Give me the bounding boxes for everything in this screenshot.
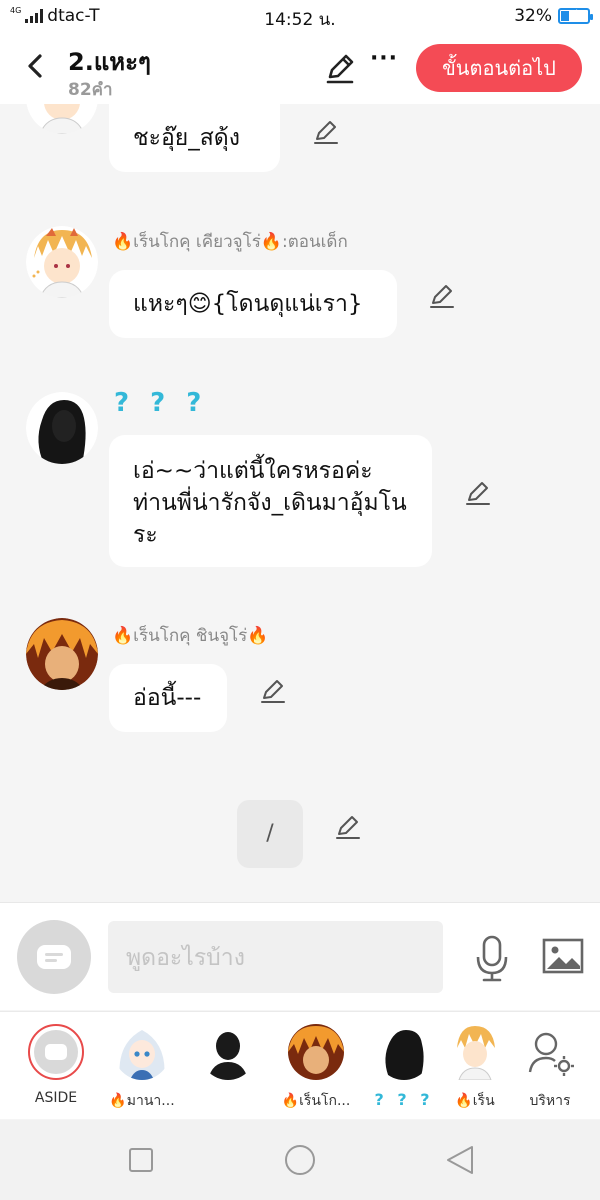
home-button[interactable] bbox=[280, 1140, 320, 1180]
character-item[interactable]: 🔥เร็นโก... bbox=[274, 1024, 358, 1112]
pencil-icon bbox=[336, 816, 360, 839]
man-silhouette-avatar-icon bbox=[200, 1024, 256, 1080]
manage-user-settings-icon bbox=[522, 1024, 578, 1080]
message-text: แหะๆ😊{โดนดุแน่เรา} bbox=[133, 291, 363, 317]
message-bubble[interactable]: อ่อนี้--- bbox=[109, 664, 227, 732]
edit-message-button[interactable] bbox=[464, 479, 492, 507]
microphone-button[interactable] bbox=[472, 933, 512, 983]
edit-title-button[interactable] bbox=[322, 50, 358, 86]
girl-white-hair-avatar-icon bbox=[114, 1024, 170, 1080]
character-label: ASIDE bbox=[34, 1090, 78, 1106]
image-icon bbox=[542, 938, 584, 974]
character-name: 🔥เร็นโกคุ ชินจูโร่🔥 bbox=[112, 626, 269, 646]
microphone-icon bbox=[476, 935, 508, 982]
system-back-button[interactable] bbox=[440, 1140, 480, 1180]
message-bubble[interactable]: เอ่~~ว่าแต่นี้ใครหรอค่ะท่านพี่น่ารักจัง_… bbox=[109, 435, 432, 567]
character-label: บริหาร bbox=[529, 1093, 571, 1109]
message-text: ชะอุ๊ย_สดุ้ง bbox=[133, 125, 240, 151]
boy-white-hair-avatar-icon[interactable] bbox=[26, 226, 98, 298]
chevron-left-icon bbox=[28, 54, 42, 78]
message-input[interactable] bbox=[108, 921, 443, 993]
pencil-icon bbox=[466, 482, 490, 505]
character-name: ? ? ? bbox=[114, 388, 208, 418]
character-item[interactable]: ? ? ? bbox=[362, 1024, 446, 1109]
character-name: 🔥เร็นโกคุ เคียวจูโร่🔥:ตอนเด็ก bbox=[112, 232, 348, 252]
boy-white-hair-avatar-icon bbox=[453, 1024, 497, 1080]
aside-chat-icon bbox=[28, 1024, 84, 1080]
battery-percent: 32% bbox=[514, 6, 552, 26]
charging-icon: ⚡ bbox=[569, 7, 579, 21]
manage-characters-button[interactable]: บริหาร bbox=[508, 1024, 592, 1112]
app-header: 2.แหะๆ 82คำ ··· ขั้นตอนต่อไป bbox=[0, 32, 600, 104]
edit-message-button[interactable] bbox=[428, 282, 456, 310]
scene-divider[interactable]: / bbox=[237, 800, 303, 868]
character-item[interactable] bbox=[186, 1024, 270, 1090]
next-step-button[interactable]: ขั้นตอนต่อไป bbox=[416, 44, 582, 92]
clock: 14:52 น. bbox=[264, 10, 336, 30]
battery-icon: ⚡ bbox=[558, 7, 593, 24]
character-label: 🔥มานา... bbox=[109, 1093, 175, 1109]
chat-bubble-icon bbox=[37, 945, 71, 969]
character-item[interactable]: 🔥มานา... bbox=[100, 1024, 184, 1112]
chat-area[interactable]: ชะอุ๊ย_สดุ้ง 🔥เร็นโกคุ เคียวจูโร่🔥:ตอนเด… bbox=[0, 104, 600, 902]
message-bubble[interactable]: ชะอุ๊ย_สดุ้ง bbox=[109, 104, 280, 172]
character-label: 🔥เร็น bbox=[455, 1093, 495, 1109]
triangle-back-icon bbox=[447, 1146, 473, 1174]
circle-icon bbox=[285, 1145, 315, 1175]
silhouette-avatar-icon bbox=[376, 1024, 432, 1080]
character-label: ? ? ? bbox=[374, 1090, 434, 1109]
system-nav-bar bbox=[0, 1120, 600, 1200]
edit-message-button[interactable] bbox=[259, 677, 287, 705]
message-text: เอ่~~ว่าแต่นี้ใครหรอค่ะท่านพี่น่ารักจัง_… bbox=[133, 458, 407, 548]
silhouette-avatar-icon[interactable] bbox=[26, 392, 98, 464]
pencil-icon bbox=[314, 121, 338, 144]
character-selector: ASIDE 🔥มานา... 🔥เร็นโก... ? ? ? 🔥เร็น บร… bbox=[0, 1011, 600, 1119]
pencil-icon bbox=[261, 680, 285, 703]
word-count: 82คำ bbox=[68, 80, 113, 100]
composer-bar bbox=[0, 902, 600, 1010]
man-orange-hair-avatar-icon[interactable] bbox=[26, 618, 98, 690]
message-bubble[interactable]: แหะๆ😊{โดนดุแน่เรา} bbox=[109, 270, 397, 338]
pencil-icon bbox=[430, 285, 454, 308]
character-label: 🔥เร็นโก... bbox=[281, 1093, 351, 1109]
more-options-button[interactable]: ··· bbox=[368, 46, 400, 82]
man-orange-hair-avatar-icon bbox=[288, 1024, 344, 1080]
status-right: 32% ⚡ bbox=[514, 6, 593, 26]
character-aside[interactable]: ASIDE bbox=[14, 1024, 98, 1106]
boy-white-hair-avatar-icon[interactable] bbox=[26, 104, 98, 134]
edit-divider-button[interactable] bbox=[334, 813, 362, 841]
recent-apps-button[interactable] bbox=[121, 1140, 161, 1180]
square-icon bbox=[129, 1148, 153, 1172]
message-text: อ่อนี้--- bbox=[133, 685, 202, 711]
edit-message-button[interactable] bbox=[312, 118, 340, 146]
status-bar: 4G dtac-T 14:52 น. 32% ⚡ bbox=[0, 0, 600, 32]
character-item[interactable]: 🔥เร็น bbox=[440, 1024, 510, 1112]
pencil-icon bbox=[326, 54, 354, 84]
aside-toggle-button[interactable] bbox=[17, 920, 91, 994]
insert-image-button[interactable] bbox=[541, 937, 585, 977]
back-button[interactable] bbox=[18, 46, 54, 86]
